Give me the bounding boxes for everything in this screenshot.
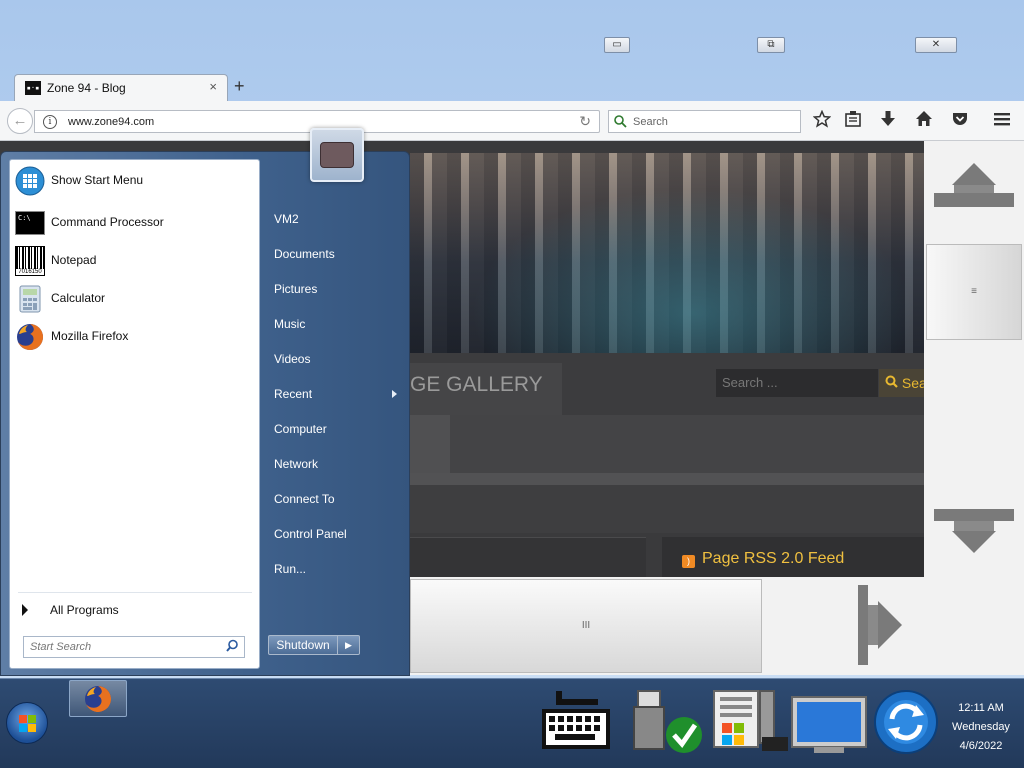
close-button[interactable]: ✕ xyxy=(915,37,957,53)
reload-icon[interactable]: ↻ xyxy=(579,113,591,130)
windows-update-icon[interactable] xyxy=(712,689,790,755)
clock-day: Wednesday xyxy=(952,721,1010,733)
site-info-icon[interactable]: i xyxy=(43,115,57,129)
tab-close-icon[interactable]: × xyxy=(209,79,217,94)
start-search-input[interactable]: Start Search xyxy=(23,636,245,658)
program-label: Mozilla Firefox xyxy=(51,329,129,343)
taskbar: 12:11 AM Wednesday 4/6/2022 xyxy=(0,678,1024,768)
program-label: Command Processor xyxy=(51,215,164,229)
gallery-title[interactable]: GE GALLERY xyxy=(410,363,562,415)
usb-safe-remove-icon[interactable] xyxy=(632,689,710,755)
program-label: Calculator xyxy=(51,291,106,305)
place-connect-to[interactable]: Connect To xyxy=(274,492,335,506)
programs-pane: Show Start Menu C:\ Command Processor 70… xyxy=(9,159,260,669)
program-notepad[interactable]: 7016150 Notepad xyxy=(13,244,257,278)
content-panel-left xyxy=(410,537,646,577)
clock-date: 4/6/2022 xyxy=(959,740,1003,752)
all-programs-button[interactable]: All Programs xyxy=(18,600,252,620)
search-icon[interactable] xyxy=(226,639,239,655)
user-picture[interactable] xyxy=(310,128,364,182)
keyboard-icon[interactable] xyxy=(540,689,612,755)
place-music[interactable]: Music xyxy=(274,317,305,331)
all-programs-label: All Programs xyxy=(50,603,119,617)
briefcase-icon xyxy=(320,142,354,168)
vertical-scroll-thumb[interactable]: ≡ xyxy=(926,244,1022,340)
minimize-button[interactable]: ▭ xyxy=(604,37,630,53)
page-divider xyxy=(410,473,924,485)
menu-icon[interactable] xyxy=(991,110,1013,133)
start-button[interactable] xyxy=(6,702,48,744)
place-computer[interactable]: Computer xyxy=(274,422,327,436)
windows-logo-icon xyxy=(19,715,37,733)
expand-arrow-icon xyxy=(22,604,28,616)
menu-segment xyxy=(410,415,450,473)
page-search-input[interactable]: Search ... xyxy=(716,369,878,397)
vertical-scrollbar[interactable]: ≡ xyxy=(924,141,1024,577)
place-run[interactable]: Run... xyxy=(274,562,306,576)
firefox-icon xyxy=(15,322,45,352)
program-show-start-menu[interactable]: Show Start Menu xyxy=(13,164,257,198)
page-band xyxy=(410,485,924,533)
program-command-processor[interactable]: C:\ Command Processor xyxy=(13,206,257,240)
shutdown-button[interactable]: Shutdown xyxy=(268,635,338,655)
start-menu: Show Start Menu C:\ Command Processor 70… xyxy=(0,128,410,676)
program-mozilla-firefox[interactable]: Mozilla Firefox xyxy=(13,320,257,354)
tab-title: Zone 94 - Blog xyxy=(47,81,126,95)
horizontal-scrollbar[interactable]: III xyxy=(410,577,1024,675)
search-icon xyxy=(885,375,902,391)
url-text[interactable]: www.zone94.com xyxy=(68,116,154,128)
clock-time: 12:11 AM xyxy=(958,702,1004,714)
restore-button[interactable]: ⧉ xyxy=(757,37,785,53)
scroll-down-arrow-icon[interactable] xyxy=(934,507,1014,555)
program-calculator[interactable]: Calculator xyxy=(13,282,257,316)
place-videos[interactable]: Videos xyxy=(274,352,310,366)
search-engine-icon[interactable] xyxy=(613,114,627,131)
new-tab-button[interactable]: + xyxy=(234,76,245,97)
reading-list-icon[interactable] xyxy=(842,110,864,133)
submenu-arrow-icon xyxy=(392,390,397,398)
page-search-button[interactable]: Sea xyxy=(879,369,924,397)
place-documents[interactable]: Documents xyxy=(274,247,335,261)
firefox-icon xyxy=(85,686,111,712)
network-sync-icon[interactable] xyxy=(872,689,940,755)
pocket-icon[interactable] xyxy=(949,110,971,133)
site-favicon-icon: ▪·▪ xyxy=(25,81,41,95)
start-menu-icon xyxy=(15,166,45,196)
cmd-icon-text: C:\ xyxy=(18,214,31,222)
navigation-toolbar: ← i www.zone94.com ↻ Search xyxy=(0,101,1024,141)
program-label: Notepad xyxy=(51,253,97,267)
rss-feed-link[interactable]: Page RSS 2.0 Feed xyxy=(702,550,844,568)
page-menu-row xyxy=(410,415,924,473)
notepad-icon-text: 7016150 xyxy=(16,269,44,275)
place-network[interactable]: Network xyxy=(274,457,318,471)
search-bar[interactable]: Search xyxy=(608,110,801,133)
place-recent[interactable]: Recent xyxy=(274,387,312,401)
rss-icon: ) xyxy=(682,555,695,568)
scroll-up-arrow-icon[interactable] xyxy=(934,161,1014,209)
place-vm2[interactable]: VM2 xyxy=(274,212,299,226)
system-clock[interactable]: 12:11 AM Wednesday 4/6/2022 xyxy=(946,699,1016,756)
horizontal-scroll-thumb[interactable]: III xyxy=(410,579,762,673)
start-search-placeholder: Start Search xyxy=(30,641,92,653)
separator xyxy=(18,592,252,593)
place-control-panel[interactable]: Control Panel xyxy=(274,527,347,541)
shutdown-options-button[interactable]: ▶ xyxy=(338,635,360,655)
program-label: Show Start Menu xyxy=(51,173,144,187)
scroll-right-arrow-icon[interactable] xyxy=(856,585,906,665)
search-input[interactable]: Search xyxy=(633,116,668,128)
taskbar-firefox-button[interactable] xyxy=(69,680,127,717)
calculator-icon xyxy=(15,284,45,314)
home-icon[interactable] xyxy=(913,110,935,133)
tab-zone94-blog[interactable]: ▪·▪ Zone 94 - Blog × xyxy=(14,74,228,101)
back-button[interactable]: ← xyxy=(7,108,33,134)
page-search-button-label: Sea xyxy=(901,375,924,391)
display-icon[interactable] xyxy=(790,689,868,755)
notepad-icon: 7016150 xyxy=(15,246,45,276)
hero-city-image xyxy=(410,153,924,353)
download-icon[interactable] xyxy=(877,110,899,133)
cmd-icon: C:\ xyxy=(15,211,45,235)
star-icon[interactable] xyxy=(811,109,833,133)
place-pictures[interactable]: Pictures xyxy=(274,282,317,296)
